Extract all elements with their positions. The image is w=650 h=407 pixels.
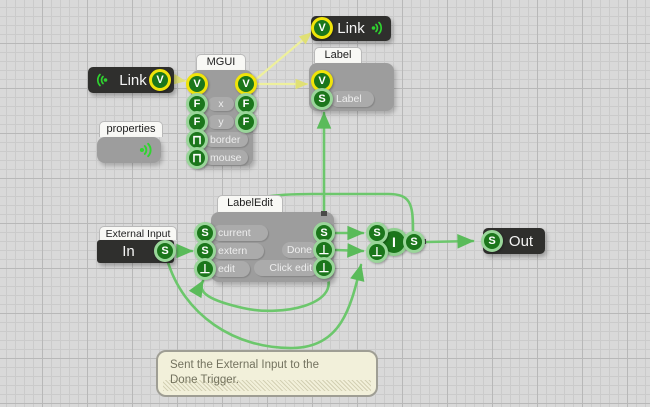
port-trigger-in-i-node[interactable]: ⊥ xyxy=(366,241,388,263)
pin-label-label: Label xyxy=(330,91,374,107)
pin-label-current: current xyxy=(212,225,268,241)
port-glyph: ⊥ xyxy=(319,244,330,257)
node-properties-title-tab[interactable]: properties xyxy=(99,121,163,137)
pin-label-click-edit: Click edit xyxy=(254,260,318,276)
port-v-out-mgui[interactable]: V xyxy=(235,73,257,95)
pin-label-border: border xyxy=(204,132,248,147)
port-glyph: S xyxy=(320,228,327,239)
port-glyph: V xyxy=(156,75,163,86)
port-s-out-in[interactable]: S xyxy=(154,240,176,262)
node-title: properties xyxy=(107,123,156,135)
node-labeledit-title-tab[interactable]: LabelEdit xyxy=(217,195,283,212)
node-label-title-tab[interactable]: Label xyxy=(314,47,362,63)
port-glyph: S xyxy=(488,236,495,247)
comment-hatch-texture xyxy=(163,380,371,391)
port-glyph: ⊓ xyxy=(192,134,202,147)
port-glyph: F xyxy=(194,99,201,110)
port-glyph: ⊓ xyxy=(192,152,202,165)
port-glyph: F xyxy=(243,117,250,128)
port-v-in-mgui[interactable]: V xyxy=(186,73,208,95)
wireless-send-icon xyxy=(138,141,156,159)
wire-mgui-v-to-linktop[interactable] xyxy=(254,33,311,81)
pin-label-extern: extern xyxy=(212,243,264,259)
port-glyph: S xyxy=(201,228,208,239)
pin-label-y: y xyxy=(208,115,234,129)
port-glyph: S xyxy=(410,237,417,248)
port-glyph: V xyxy=(318,23,325,34)
port-s-in-out[interactable]: S xyxy=(481,230,503,252)
wireless-send-icon xyxy=(370,20,386,36)
port-glyph: F xyxy=(243,99,250,110)
wire-i-s-to-out[interactable] xyxy=(427,241,473,242)
comment-box[interactable]: Sent the External Input to the Done Trig… xyxy=(156,350,378,397)
pin-label-x: x xyxy=(208,97,234,111)
port-trigger-in-edit[interactable]: ⊥ xyxy=(194,258,216,280)
node-external-input-title-tab[interactable]: External Input xyxy=(99,226,177,240)
port-glyph: S xyxy=(318,94,325,105)
port-glyph: V xyxy=(242,79,249,90)
node-title: LabelEdit xyxy=(227,197,273,209)
node-title: MGUI xyxy=(207,56,236,68)
patch-canvas[interactable]: Link V Link V MGUI x y border mouse V F … xyxy=(0,0,650,407)
port-glyph: V xyxy=(318,76,325,87)
pin-label-mouse: mouse xyxy=(204,150,248,165)
port-glyph: ⊥ xyxy=(372,246,383,259)
node-mgui-title-tab[interactable]: MGUI xyxy=(196,54,246,70)
wireless-receive-icon xyxy=(93,72,109,88)
port-s-out-i-node[interactable]: S xyxy=(403,231,425,253)
node-label: In xyxy=(122,243,135,260)
port-s-in-label[interactable]: S xyxy=(311,88,333,110)
port-f-out-mgui-y[interactable]: F xyxy=(235,111,257,133)
pin-label-edit: edit xyxy=(212,261,250,277)
port-glyph: ⊥ xyxy=(200,263,211,276)
port-glyph: ⊥ xyxy=(319,262,330,275)
port-trigger-out-click-edit[interactable]: ⊥ xyxy=(313,257,335,279)
node-label: Link xyxy=(119,72,147,89)
port-glyph: S xyxy=(201,246,208,257)
node-label: Out xyxy=(509,233,533,250)
port-glyph: F xyxy=(194,117,201,128)
node-label: Link xyxy=(337,20,365,37)
port-bool-in-mgui-mouse[interactable]: ⊓ xyxy=(186,147,208,169)
port-glyph: S xyxy=(161,246,168,257)
node-title: Label xyxy=(325,49,352,61)
port-v-in-link-top[interactable]: V xyxy=(311,17,333,39)
port-v-out-link-left[interactable]: V xyxy=(149,69,171,91)
port-glyph: V xyxy=(193,79,200,90)
port-glyph: S xyxy=(373,228,380,239)
wire-done-to-i-trigger[interactable] xyxy=(336,250,363,251)
port-glyph: I xyxy=(392,235,396,249)
node-title: External Input xyxy=(106,228,171,240)
wire-stub xyxy=(321,211,327,216)
